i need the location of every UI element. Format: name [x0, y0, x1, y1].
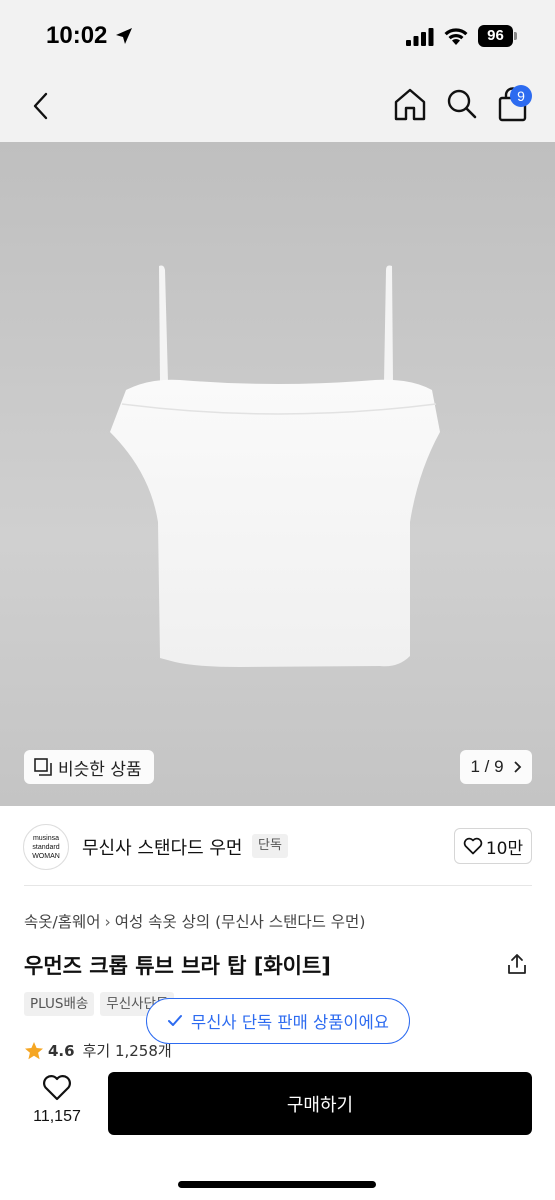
toast-text: 무신사 단독 판매 상품이에요	[191, 1013, 389, 1032]
product-image-gallery[interactable]: 비슷한 상품 1 / 9	[0, 142, 555, 806]
brand-like-button[interactable]: 10만	[454, 828, 532, 864]
exclusive-tag: 단독	[252, 834, 288, 858]
breadcrumb: 속옷/홈웨어 › 여성 속옷 상의 (무신사 스탠다드 우먼)	[24, 910, 365, 932]
bottom-action-bar: 11,157 구매하기	[0, 1060, 555, 1200]
status-bar: 10:02 96	[0, 0, 555, 72]
product-photo	[110, 265, 440, 667]
heart-icon	[43, 1075, 71, 1101]
wishlist-count: 11,157	[33, 1108, 81, 1125]
image-page-indicator[interactable]: 1 / 9	[460, 750, 532, 784]
cart-count-badge: 9	[510, 85, 532, 107]
rating-value: 4.6	[48, 1041, 75, 1060]
check-icon	[168, 1015, 183, 1026]
review-count: 후기 1,258개	[82, 1042, 172, 1060]
location-arrow-icon	[116, 28, 132, 44]
brand-logo[interactable]: musinsa standard WOMAN	[23, 824, 69, 870]
chevron-right-icon	[513, 761, 521, 773]
product-title: 우먼즈 크롭 튜브 브라 탑 [화이트]	[24, 954, 331, 978]
top-nav-bar	[0, 72, 555, 142]
battery-indicator: 96	[478, 25, 518, 47]
back-icon[interactable]	[24, 88, 60, 124]
brand-row: musinsa standard WOMAN 무신사 스탠다드 우먼 단독 10…	[0, 806, 555, 886]
breadcrumb-item[interactable]: 속옷/홈웨어	[24, 913, 101, 931]
brand-logo-line: standard	[32, 843, 60, 851]
battery-cap	[514, 32, 517, 40]
wifi-icon	[444, 28, 468, 45]
rating-row[interactable]: 4.6 후기 1,258개	[24, 1040, 172, 1061]
battery-level: 96	[478, 25, 513, 47]
buy-button[interactable]: 구매하기	[108, 1072, 532, 1135]
wishlist-button[interactable]: 11,157	[24, 1074, 90, 1138]
home-icon[interactable]	[392, 86, 428, 122]
search-icon[interactable]	[444, 86, 480, 122]
page-indicator-text: 1 / 9	[470, 757, 504, 776]
heart-icon	[463, 837, 483, 855]
plus-delivery-tag: PLUS배송	[24, 992, 95, 1016]
signal-icon	[406, 28, 434, 46]
home-indicator	[178, 1181, 376, 1188]
breadcrumb-item[interactable]: 여성 속옷 상의 (무신사 스탠다드 우먼)	[115, 913, 366, 931]
share-icon[interactable]	[505, 952, 529, 976]
brand-logo-line: musinsa	[32, 834, 60, 842]
star-icon	[25, 1041, 43, 1059]
exclusive-toast: 무신사 단독 판매 상품이에요	[146, 998, 410, 1044]
brand-name-link[interactable]: 무신사 스탠다드 우먼	[82, 834, 242, 860]
chevron-right-icon: ›	[104, 913, 111, 931]
brand-logo-line: WOMAN	[32, 852, 60, 860]
status-time: 10:02	[46, 22, 108, 49]
divider	[24, 885, 532, 886]
similar-products-label: 비슷한 상품	[58, 759, 142, 780]
similar-icon	[34, 758, 52, 776]
brand-like-count: 10만	[485, 838, 524, 859]
similar-products-button[interactable]: 비슷한 상품	[24, 750, 154, 784]
